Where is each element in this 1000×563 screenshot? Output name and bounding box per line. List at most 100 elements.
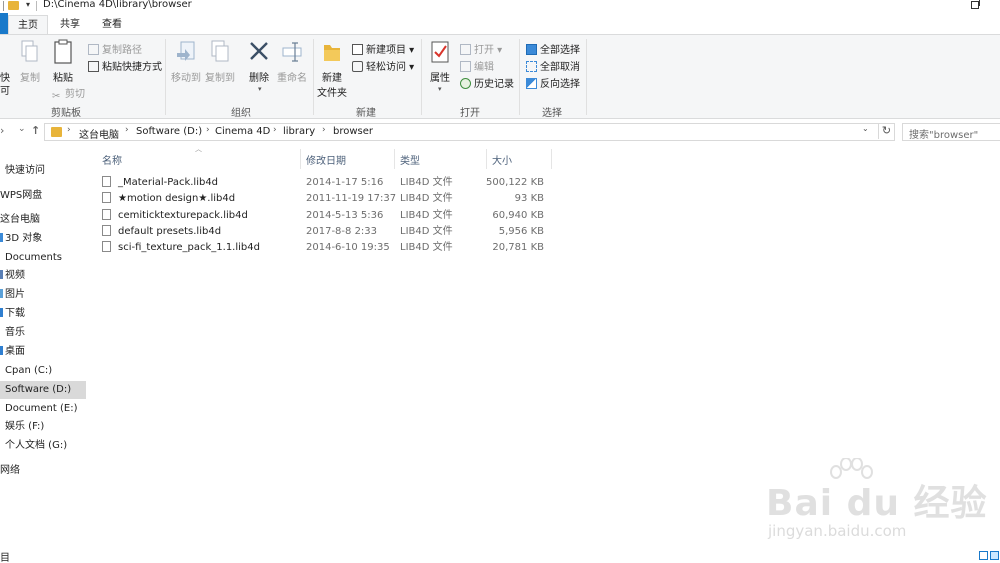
paste-shortcut-label: 粘贴快捷方式 [102, 62, 162, 73]
quick-access-dropdown-icon[interactable]: ▾ [26, 0, 30, 9]
table-row[interactable]: sci-fi_texture_pack_1.1.lib4d 2014-6-10 … [102, 240, 552, 256]
easy-access-button[interactable]: 轻松访问 ▾ [352, 58, 414, 73]
nav-item-music[interactable]: 音乐 [0, 324, 86, 342]
copy-path-button[interactable]: 复制路径 [88, 41, 142, 56]
column-header-size[interactable]: 大小 [492, 152, 512, 168]
open-label: 打开 [474, 45, 494, 56]
refresh-icon[interactable]: ↻ [878, 123, 894, 139]
column-divider[interactable] [551, 149, 552, 169]
column-divider[interactable] [394, 149, 395, 169]
column-header-modified[interactable]: 修改日期 [306, 152, 346, 168]
status-bar: 目 [0, 547, 1000, 563]
chevron-right-icon[interactable]: › [67, 125, 71, 135]
chevron-right-icon[interactable]: › [273, 125, 277, 135]
column-divider[interactable] [486, 149, 487, 169]
breadcrumb-browser[interactable]: browser [333, 126, 373, 137]
tab-view[interactable]: 查看 [94, 15, 130, 34]
copy-path-icon [88, 44, 99, 55]
column-header-type[interactable]: 类型 [400, 152, 420, 168]
recent-locations-icon[interactable]: ⌄ [18, 124, 26, 134]
large-icons-view-icon[interactable] [990, 551, 999, 560]
open-button[interactable]: 打开 ▾ [460, 41, 502, 56]
easy-access-label: 轻松访问 [366, 62, 406, 73]
table-row[interactable]: cemiticktexturepack.lib4d 2014-5-13 5:36… [102, 208, 552, 224]
address-history-dropdown-icon[interactable]: ⌄ [862, 124, 869, 133]
select-all-button[interactable]: 全部选择 [526, 41, 580, 56]
tab-share[interactable]: 共享 [52, 15, 88, 34]
column-divider[interactable] [300, 149, 301, 169]
address-bar[interactable]: › 这台电脑 › Software (D:) › Cinema 4D › lib… [44, 123, 895, 141]
copy-to-button[interactable]: 复制到 [204, 39, 236, 84]
nav-item-downloads[interactable]: 下载 [0, 305, 86, 323]
table-row[interactable]: default presets.lib4d 2017-8-8 2:33 LIB4… [102, 224, 552, 240]
file-icon [102, 176, 111, 187]
file-size: 60,940 KB [492, 210, 544, 221]
nav-item-this-pc[interactable]: 这台电脑 [0, 211, 86, 229]
nav-item-label: 娱乐 (F:) [5, 421, 45, 432]
nav-item-pictures[interactable]: 图片 [0, 286, 86, 304]
pin-quick-access-label-2[interactable]: 可 [0, 82, 10, 97]
up-arrow-icon[interactable]: ↑ [31, 124, 40, 137]
delete-dropdown-icon[interactable]: ▾ [258, 85, 262, 93]
chevron-right-icon[interactable]: › [0, 124, 4, 137]
select-none-button[interactable]: 全部取消 [526, 58, 580, 73]
watermark-url: jingyan.baidu.com [768, 522, 907, 540]
edit-button[interactable]: 编辑 [460, 58, 494, 73]
paste-shortcut-button[interactable]: 粘贴快捷方式 [88, 58, 162, 73]
chevron-right-icon[interactable]: › [322, 125, 326, 135]
column-header-name[interactable]: 名称 [102, 152, 122, 168]
cut-button[interactable]: ✂ 剪切 [52, 85, 85, 102]
nav-item-desktop[interactable]: 桌面 [0, 343, 86, 361]
desktop-icon [0, 346, 3, 355]
copy-button[interactable]: 复制 [18, 39, 42, 84]
address-bar-row: › ⌄ ↑ › 这台电脑 › Software (D:) › Cinema 4D… [0, 121, 1000, 143]
details-view-icon[interactable] [979, 551, 988, 560]
nav-item-3d-objects[interactable]: 3D 对象 [0, 230, 86, 248]
rename-label: 重命名 [277, 73, 307, 84]
restore-window-icon[interactable] [971, 0, 980, 9]
rename-button[interactable]: 重命名 [276, 39, 308, 84]
folder-icon[interactable] [8, 1, 19, 10]
properties-button[interactable]: 属性 [426, 39, 454, 84]
nav-item-entertainment-f[interactable]: 娱乐 (F:) [0, 418, 86, 436]
chevron-right-icon[interactable]: › [206, 125, 210, 135]
nav-item-personal-docs-g[interactable]: 个人文档 (G:) [0, 437, 86, 455]
breadcrumb-software-d[interactable]: Software (D:) [136, 126, 202, 137]
properties-dropdown-icon[interactable]: ▾ [438, 85, 442, 93]
nav-item-documents[interactable]: Documents [0, 249, 86, 267]
search-input[interactable]: 搜索"browser" [902, 123, 1000, 141]
group-divider [165, 39, 166, 115]
group-divider-2 [313, 39, 314, 115]
move-to-label: 移动到 [171, 73, 201, 84]
breadcrumb-this-pc[interactable]: 这台电脑 [79, 126, 119, 141]
tab-home[interactable]: 主页 [8, 15, 48, 34]
file-type: LIB4D 文件 [400, 177, 453, 188]
nav-item-quick-access[interactable]: 快速访问 [0, 162, 86, 180]
move-to-button[interactable]: 移动到 [170, 39, 202, 84]
nav-item-cpan-c[interactable]: Cpan (C:) [0, 362, 86, 380]
new-item-button[interactable]: 新建项目 ▾ [352, 41, 414, 56]
new-folder-button[interactable]: 新建 文件夹 [316, 39, 348, 99]
invert-selection-button[interactable]: 反向选择 [526, 75, 580, 90]
breadcrumb-cinema-4d[interactable]: Cinema 4D [215, 126, 270, 137]
copy-icon [21, 40, 38, 62]
sort-ascending-icon: ︿ [195, 145, 202, 153]
nav-item-network[interactable]: 网络 [0, 462, 86, 480]
nav-item-wps-drive[interactable]: WPS网盘 [0, 187, 86, 205]
copy-to-label: 复制到 [205, 73, 235, 84]
group-divider-5 [586, 39, 587, 115]
chevron-right-icon[interactable]: › [125, 125, 129, 135]
breadcrumb-library[interactable]: library [283, 126, 315, 137]
nav-item-software-d[interactable]: Software (D:) [0, 381, 86, 399]
table-row[interactable]: _Material-Pack.lib4d 2014-1-17 5:16 LIB4… [102, 175, 552, 191]
nav-item-videos[interactable]: 视频 [0, 267, 86, 285]
nav-item-document-e[interactable]: Document (E:) [0, 400, 86, 418]
history-button[interactable]: 历史记录 [460, 75, 514, 90]
file-date: 2014-1-17 5:16 [306, 177, 384, 188]
navigation-pane: 快速访问 WPS网盘 这台电脑 3D 对象 Documents 视频 图片 下载… [0, 147, 88, 547]
paste-button[interactable]: 粘贴 [50, 39, 76, 84]
file-date: 2014-5-13 5:36 [306, 210, 384, 221]
table-row[interactable]: ★motion design★.lib4d 2011-11-19 17:37 L… [102, 191, 552, 207]
delete-button[interactable]: 删除 [246, 39, 272, 84]
tab-file[interactable] [0, 13, 8, 34]
